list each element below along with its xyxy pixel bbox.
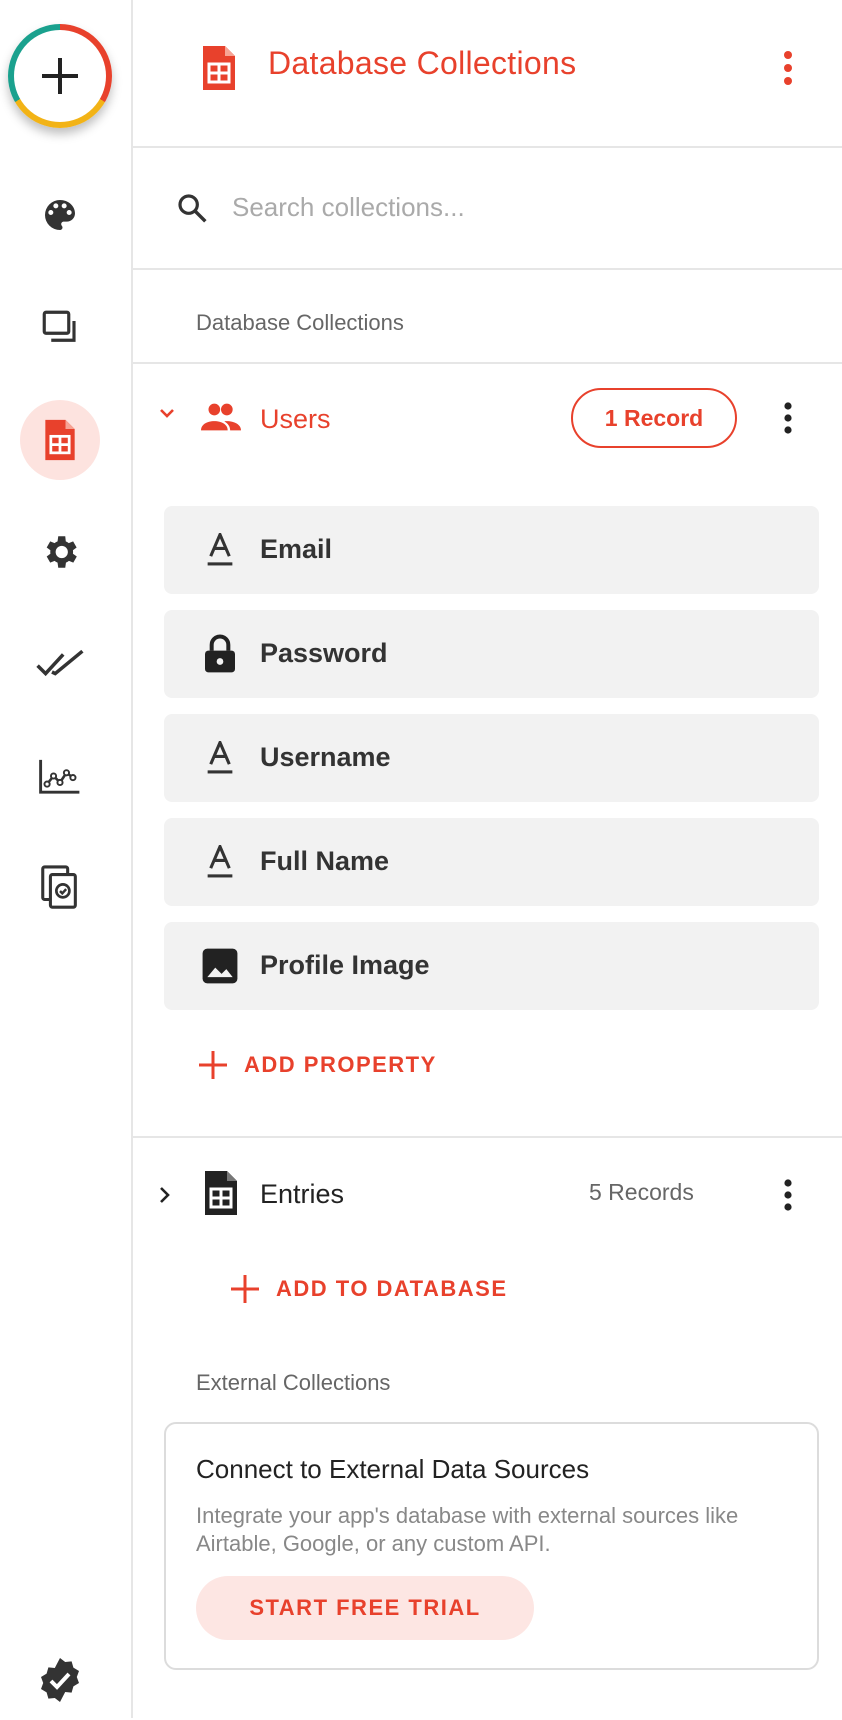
rail-status[interactable] — [20, 1640, 100, 1720]
rail-analytics[interactable] — [20, 736, 100, 816]
palette-icon — [45, 200, 75, 230]
collection-name: Entries — [260, 1179, 345, 1209]
screens-icon — [42, 310, 76, 342]
divider — [131, 362, 842, 364]
property-item[interactable]: Password — [164, 610, 819, 698]
search-input[interactable] — [230, 186, 794, 228]
rail-screens[interactable] — [20, 288, 100, 368]
double-check-icon — [36, 649, 84, 677]
chart-icon — [39, 759, 80, 794]
property-label: Email — [260, 534, 333, 564]
search-icon — [178, 194, 207, 223]
divider — [131, 1136, 842, 1138]
page-title: Database Collections — [268, 45, 577, 81]
rail-tasks[interactable] — [20, 848, 100, 928]
section-label-external: External Collections — [196, 1370, 391, 1395]
property-item[interactable]: Full Name — [164, 818, 819, 906]
property-label: Username — [260, 742, 391, 772]
rail-settings[interactable] — [20, 512, 100, 592]
document-check-icon — [41, 865, 77, 909]
collection-more-button[interactable] — [768, 398, 808, 438]
rail-database[interactable] — [20, 400, 100, 480]
section-label-database: Database Collections — [196, 310, 404, 335]
more-vertical-icon — [784, 402, 792, 434]
collection-name: Users — [260, 404, 331, 434]
left-rail — [0, 0, 133, 1718]
rail-design[interactable] — [20, 175, 100, 255]
gear-icon — [46, 536, 77, 568]
header: Database Collections — [131, 0, 842, 148]
property-item[interactable]: Profile Image — [164, 922, 819, 1010]
external-sources-card: Connect to External Data Sources Integra… — [164, 1422, 819, 1670]
sheet-icon — [45, 419, 75, 461]
more-vertical-icon — [784, 51, 792, 85]
search-bar — [131, 148, 842, 270]
collection-users[interactable]: Users 1 Record — [131, 380, 842, 460]
collection-entries[interactable]: Entries 5 Records — [131, 1155, 842, 1235]
property-label: Password — [260, 638, 388, 668]
property-label: Full Name — [260, 846, 390, 876]
property-label: Profile Image — [260, 950, 430, 980]
text-icon — [200, 530, 240, 570]
property-item[interactable]: Email — [164, 506, 819, 594]
collection-more-button[interactable] — [768, 1175, 808, 1215]
record-count-badge[interactable]: 1 Record — [571, 388, 737, 448]
verified-badge-icon — [41, 1658, 79, 1702]
users-icon — [201, 403, 241, 431]
lock-icon — [200, 634, 240, 674]
add-property-button[interactable]: ADD PROPERTY — [198, 1050, 437, 1080]
image-icon — [200, 946, 240, 986]
plus-icon — [199, 1051, 227, 1079]
card-title: Connect to External Data Sources — [196, 1454, 590, 1484]
card-description: Integrate your app's database with exter… — [196, 1503, 739, 1556]
start-free-trial-button[interactable]: START FREE TRIAL — [196, 1576, 534, 1640]
text-icon — [200, 738, 240, 778]
main-panel: Database Collections Database Collection… — [131, 0, 842, 1718]
header-more-button[interactable] — [768, 48, 808, 88]
add-property-label: ADD PROPERTY — [244, 1052, 437, 1077]
plus-icon — [231, 1275, 259, 1303]
chevron-down-icon[interactable] — [159, 408, 175, 420]
chevron-right-icon[interactable] — [159, 1186, 171, 1204]
more-vertical-icon — [784, 1179, 792, 1211]
add-button[interactable] — [8, 24, 112, 128]
text-icon — [200, 842, 240, 882]
rail-publish[interactable] — [20, 624, 100, 704]
plus-icon — [42, 58, 78, 94]
sheet-icon — [203, 46, 235, 90]
property-item[interactable]: Username — [164, 714, 819, 802]
add-to-database-button[interactable]: ADD TO DATABASE — [230, 1274, 508, 1304]
sheet-icon — [205, 1171, 237, 1215]
add-to-database-label: ADD TO DATABASE — [276, 1276, 508, 1301]
record-count: 5 Records — [589, 1179, 694, 1205]
